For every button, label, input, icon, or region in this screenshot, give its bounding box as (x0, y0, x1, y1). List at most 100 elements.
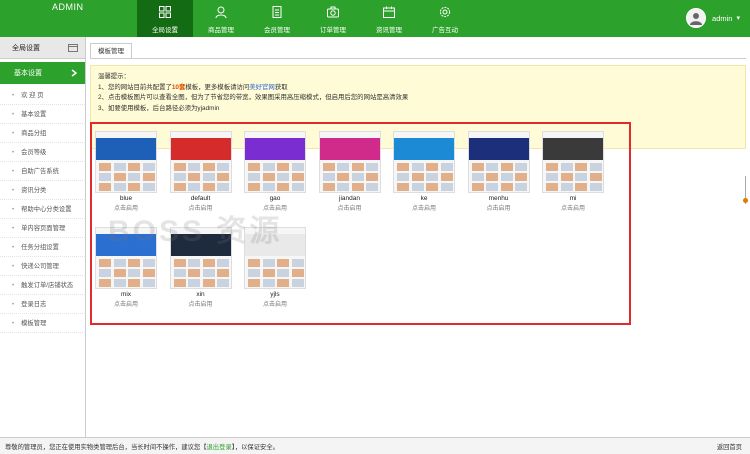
enable-template-link[interactable]: 点击启用 (95, 299, 157, 308)
tab-template-management[interactable]: 模板管理 (90, 43, 132, 59)
thumbnail-block (99, 279, 111, 287)
template-name: mi (569, 195, 577, 202)
template-card[interactable]: default 点击启用 (169, 131, 232, 212)
template-card[interactable]: blue 点击启用 (95, 131, 157, 212)
thumbnail-block (411, 183, 424, 191)
official-site-link[interactable]: 美好官网 (249, 84, 275, 91)
thumbnail-block (262, 259, 275, 267)
avatar[interactable] (686, 8, 707, 28)
chevron-down-icon[interactable]: ▾ (736, 14, 740, 22)
enable-template-link[interactable]: 点击启用 (393, 203, 455, 212)
template-card[interactable]: mi 点击启用 (542, 131, 604, 212)
thumbnail-block (277, 269, 289, 277)
user-name: admin (712, 13, 733, 23)
thumbnail-block (291, 163, 304, 171)
thumbnail-block (351, 163, 364, 171)
template-thumbnail[interactable] (244, 131, 306, 193)
thumbnail-block (500, 183, 513, 191)
sidebar-item-couriers[interactable]: 快递公司管理 (0, 257, 85, 276)
thumbnail-block (173, 269, 186, 277)
thumbnail-block (262, 269, 275, 277)
template-card[interactable]: menhu 点击启用 (467, 131, 530, 212)
logout-link[interactable]: 退出登录 (207, 444, 232, 451)
thumbnail-block (546, 173, 558, 181)
enable-template-link[interactable]: 点击启用 (244, 299, 306, 308)
nav-global-settings[interactable]: 全局设置 (137, 0, 193, 37)
thumbnail-block (486, 163, 498, 171)
thumbnail-block (217, 259, 229, 267)
thumbnail-block (173, 279, 186, 287)
sidebar-item-single-pages[interactable]: 单内容页面管理 (0, 219, 85, 238)
sidebar-item-basic-settings[interactable]: 基本设置 (0, 105, 85, 124)
template-thumbnail[interactable] (467, 131, 530, 193)
calendar-icon[interactable] (68, 43, 78, 52)
notice-text: 1、您的网站目前共配置了 (98, 83, 172, 91)
thumbnail-banner (468, 138, 529, 160)
nav-orders[interactable]: 订单管理 (305, 0, 361, 37)
thumbnail-block (188, 183, 200, 191)
enable-template-link[interactable]: 点击启用 (170, 299, 232, 308)
thumbnail-block (142, 173, 155, 181)
user-menu[interactable]: admin ▾ (686, 8, 740, 28)
thumbnail-block (500, 163, 513, 171)
sidebar-item-product-groups[interactable]: 商品分组 (0, 124, 85, 143)
thumbnail-banner (543, 138, 603, 160)
enable-template-link[interactable]: 点击启用 (542, 203, 604, 212)
template-thumbnail[interactable] (542, 131, 604, 193)
thumbnail-block (337, 163, 349, 171)
sidebar-item-login-log[interactable]: 登录日志 (0, 295, 85, 314)
thumbnail-block (277, 183, 289, 191)
sidebar-item-templates[interactable]: 模板管理 (0, 314, 85, 333)
template-thumbnail[interactable] (169, 131, 232, 193)
thumbnail-block (500, 173, 513, 181)
notice-text: 获取 (274, 83, 288, 91)
sidebar-item-welcome[interactable]: 欢 迎 页 (0, 86, 85, 105)
nav-products[interactable]: 商品管理 (193, 0, 249, 37)
template-card[interactable]: gao 点击启用 (244, 131, 306, 212)
enable-template-link[interactable]: 点击启用 (319, 203, 381, 212)
sidebar-item-help-categories[interactable]: 帮助中心分类设置 (0, 200, 85, 219)
template-thumbnail[interactable] (95, 131, 157, 193)
sidebar-item-task-groups[interactable]: 任务分组设置 (0, 238, 85, 257)
thumbnail-block (337, 183, 349, 191)
sidebar-item-self-ads[interactable]: 自助广告系统 (0, 162, 85, 181)
enable-template-link[interactable]: 点击启用 (468, 203, 530, 212)
nav-ads[interactable]: 广告互动 (417, 0, 473, 37)
thumbnail-block (486, 183, 498, 191)
thumbnail-banner (96, 138, 156, 160)
footer-message: 尊敬的管理员，您正在使用实物类管理后台，当长时间不操作，建议您【退出登录】，以保… (5, 442, 279, 451)
thumbnail-block (426, 163, 438, 171)
back-home-link[interactable]: 返回首页 (717, 442, 742, 451)
chevron-right-icon (71, 69, 77, 77)
thumbnail-block (575, 163, 587, 171)
thumbnail-block (217, 173, 229, 181)
nav-members[interactable]: 会员管理 (249, 0, 305, 37)
status-bar: 尊敬的管理员，您正在使用实物类管理后台，当长时间不操作，建议您【退出登录】，以保… (0, 437, 750, 454)
notice-line-2: 2、点击模板图片可以查看全图，但为了节省您的带宽，效果图采用高压缩模式，但启用后… (98, 94, 409, 101)
template-card[interactable]: ke 点击启用 (393, 131, 455, 212)
thumbnail-block (291, 173, 304, 181)
thumbnail-block (262, 183, 275, 191)
thumbnail-banner (319, 138, 380, 160)
thumbnail-block (202, 173, 215, 181)
thumbnail-block (142, 183, 155, 191)
thumbnail-block (411, 163, 424, 171)
thumbnail-block (426, 183, 438, 191)
sidebar-item-order-status[interactable]: 触发订单/店铺状态 (0, 276, 85, 295)
scrollbar-thumb[interactable] (743, 198, 748, 203)
thumbnail-block (471, 183, 484, 191)
notice-line-3: 3、如要使用模板，后台路径必须为yjadmin (98, 104, 220, 112)
thumbnail-block (173, 173, 186, 181)
thumbnail-block (217, 183, 229, 191)
template-thumbnail[interactable] (393, 131, 455, 193)
nav-news[interactable]: 资讯管理 (361, 0, 417, 37)
thumbnail-block (560, 173, 573, 181)
sidebar-section-basic[interactable]: 基本设置 (0, 62, 85, 84)
template-card[interactable]: jiandan 点击启用 (318, 131, 381, 212)
thumbnail-block (351, 183, 364, 191)
sidebar-item-news-categories[interactable]: 资讯分类 (0, 181, 85, 200)
sidebar-item-member-levels[interactable]: 会员等级 (0, 143, 85, 162)
template-name: ke (420, 195, 428, 202)
template-thumbnail[interactable] (318, 131, 381, 193)
main-nav: 全局设置 商品管理 会员管理 订单管理 资讯管理 广告互动 (137, 0, 473, 37)
